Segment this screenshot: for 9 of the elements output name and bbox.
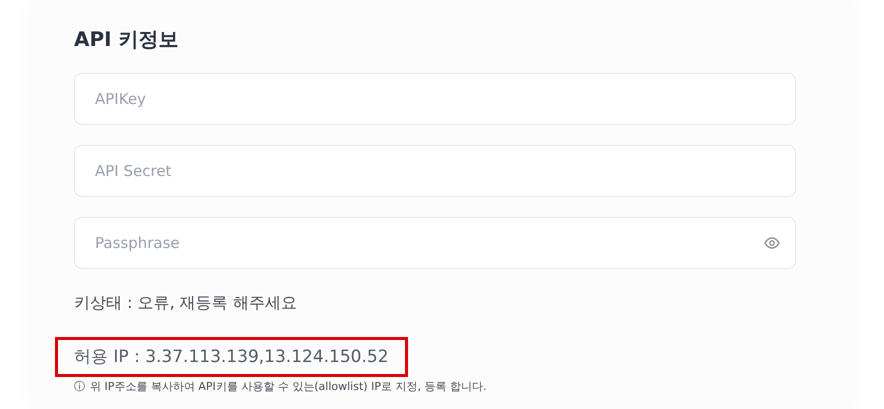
allowed-ip-text: 허용 IP : 3.37.113.139,13.124.150.52 — [55, 337, 408, 377]
note-text: 위 IP주소를 복사하여 API키를 사용할 수 있는(allowlist) IP로 지정, 등록 합니다. — [90, 379, 486, 395]
eye-icon[interactable] — [764, 237, 780, 249]
input-field[interactable]: APIKey — [74, 73, 796, 125]
input-field[interactable]: API Secret — [74, 145, 796, 197]
key-status-text: 키상태 : 오류, 재등록 해주세요 — [74, 292, 298, 314]
info-icon: ⓘ — [74, 379, 85, 395]
input-field[interactable]: Passphrase — [74, 217, 796, 269]
section-title: API 키정보 — [74, 26, 180, 53]
